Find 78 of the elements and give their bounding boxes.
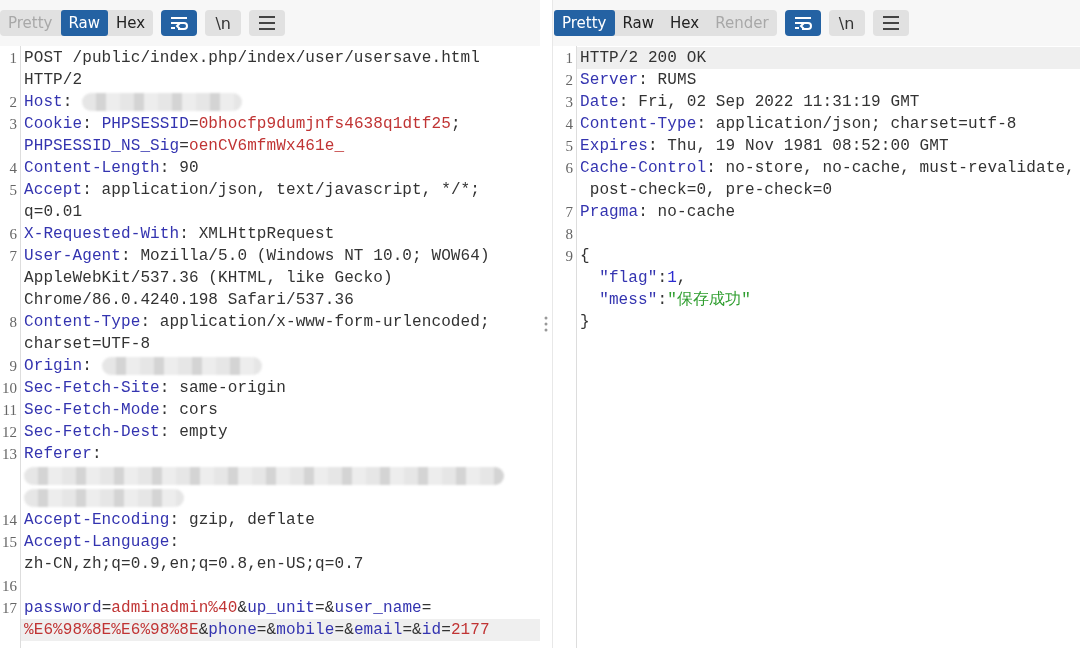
- code-line: password=adminadmin%40&up_unit=&user_name=: [24, 598, 432, 619]
- line-number: 11: [1, 401, 18, 420]
- line-number: 1: [564, 49, 574, 68]
- code-line: "flag":1,: [598, 268, 687, 289]
- line-number: 2: [564, 71, 574, 90]
- view-tab[interactable]: Raw: [60, 10, 109, 36]
- code-line: POST /public/index.php/index/user/usersave.html: [24, 48, 480, 69]
- code-line: Chrome/86.0.4240.198 Safari/537.36: [24, 290, 354, 311]
- wrap-button[interactable]: [784, 10, 821, 36]
- code-line: Host:: [24, 92, 74, 113]
- line-number: 12: [1, 423, 18, 442]
- line-number: 8: [8, 313, 18, 332]
- view-tab[interactable]: Pretty: [554, 10, 615, 36]
- code-line: q=0.01: [24, 202, 83, 223]
- drag-handle-icon[interactable]: [544, 316, 548, 332]
- line-number: 17: [1, 599, 18, 618]
- line-number: 10: [1, 379, 18, 398]
- menu-button[interactable]: [249, 10, 286, 36]
- code-line: Sec-Fetch-Dest: empty: [24, 422, 228, 443]
- code-line: Accept-Encoding: gzip, deflate: [24, 510, 316, 531]
- code-line: Cache-Control: no-store, no-cache, must-revalidate,: [580, 158, 1075, 179]
- line-number: 9: [8, 357, 18, 376]
- wrap-icon: [793, 16, 812, 30]
- code-line: Expires: Thu, 19 Nov 1981 08:52:00 GMT: [580, 136, 949, 157]
- code-line: }: [580, 312, 590, 333]
- line-number: 14: [1, 511, 18, 530]
- code-line: charset=UTF-8: [24, 334, 151, 355]
- line-number: 6: [8, 225, 18, 244]
- code-line: Origin:: [24, 356, 93, 377]
- line-number: 15: [1, 533, 18, 552]
- line-number: 2: [8, 93, 18, 112]
- code-line: Content-Type: application/x-www-form-urlencoded;: [24, 312, 490, 333]
- line-number: 16: [1, 577, 18, 596]
- view-tab[interactable]: Hex: [108, 10, 154, 36]
- line-number: 13: [1, 445, 18, 464]
- wrap-icon: [170, 16, 189, 30]
- wrap-button[interactable]: [161, 10, 198, 36]
- code-line: HTTP/2 200 OK: [580, 48, 707, 69]
- code-line: post-check=0, pre-check=0: [588, 180, 833, 201]
- code-line: Server: RUMS: [580, 70, 697, 91]
- menu-icon: [258, 16, 277, 30]
- code-line: X-Requested-With: XMLHttpRequest: [24, 224, 335, 245]
- code-line: PHPSESSID_NS_Sig=oenCV6mfmWx461e_: [24, 136, 345, 157]
- line-number: 6: [564, 159, 574, 178]
- line-number: 9: [564, 247, 574, 266]
- code-line: Pragma: no-cache: [580, 202, 736, 223]
- line-number: 5: [564, 137, 574, 156]
- line-number: 1: [8, 49, 18, 68]
- code-line: zh-CN,zh;q=0.9,en;q=0.8,en-US;q=0.7: [24, 554, 364, 575]
- view-tab[interactable]: Raw: [614, 10, 663, 36]
- view-tab[interactable]: Hex: [662, 10, 708, 36]
- code-line: Content-Length: 90: [24, 158, 199, 179]
- line-number: 8: [564, 225, 574, 244]
- code-line: Date: Fri, 02 Sep 2022 11:31:19 GMT: [580, 92, 920, 113]
- code-line: Referer:: [24, 444, 102, 465]
- line-number: 4: [564, 115, 574, 134]
- code-line: %E6%98%8E%E6%98%8E&phone=&mobile=&email=&id=2177: [24, 620, 490, 641]
- code-line: Accept: application/json, text/javascript, */*;: [24, 180, 480, 201]
- code-line: HTTP/2: [24, 70, 83, 91]
- line-number: 7: [8, 247, 18, 266]
- code-line: Accept-Language:: [24, 532, 180, 553]
- code-line: Cookie: PHPSESSID=0bhocfp9dumjnfs4638q1dtf25;: [24, 114, 461, 135]
- line-number: 5: [8, 181, 18, 200]
- code-line: User-Agent: Mozilla/5.0 (Windows NT 10.0; WOW64): [24, 246, 490, 267]
- menu-button[interactable]: [872, 10, 909, 36]
- line-number: 4: [8, 159, 18, 178]
- newline-button[interactable]: \n: [828, 10, 865, 36]
- line-number: 3: [564, 93, 574, 112]
- newline-button[interactable]: \n: [205, 10, 242, 36]
- code-line: "mess":"保存成功": [598, 290, 751, 311]
- code-line: Sec-Fetch-Mode: cors: [24, 400, 219, 421]
- code-line: Content-Type: application/json; charset=utf-8: [580, 114, 1017, 135]
- line-number: 3: [8, 115, 18, 134]
- line-number: 7: [564, 203, 574, 222]
- code-line: {: [580, 246, 590, 267]
- menu-icon: [881, 16, 900, 30]
- code-line: Sec-Fetch-Site: same-origin: [24, 378, 286, 399]
- code-line: AppleWebKit/537.36 (KHTML, like Gecko): [24, 268, 393, 289]
